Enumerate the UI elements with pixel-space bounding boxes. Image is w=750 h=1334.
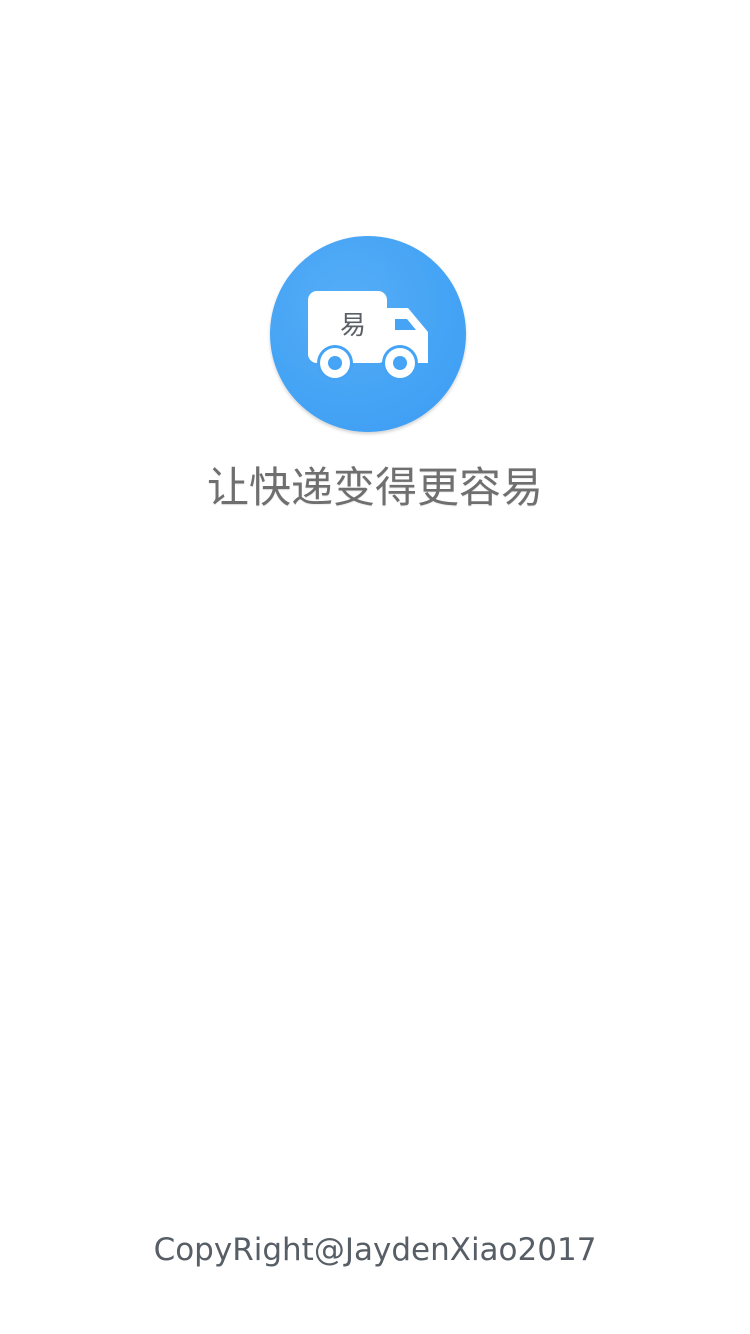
app-slogan: 让快递变得更容易 bbox=[206, 463, 543, 512]
app-logo: 易 bbox=[270, 236, 466, 432]
splash-screen: 易 让快递变得更容易 CopyRight@JaydenXiao2017 bbox=[0, 0, 750, 1334]
copyright-text: CopyRight@JaydenXiao2017 bbox=[153, 1232, 597, 1268]
logo-character: 易 bbox=[339, 311, 366, 341]
